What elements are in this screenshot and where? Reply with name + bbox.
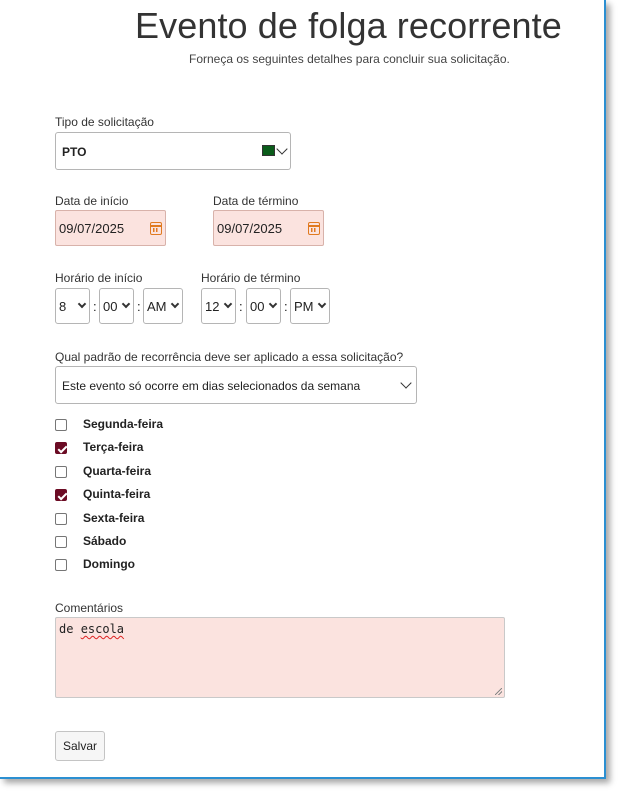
end-date-field[interactable]: 09/07/2025	[213, 210, 324, 246]
weekday-checkbox[interactable]	[55, 512, 67, 525]
end-hour-select[interactable]: 12	[201, 288, 236, 324]
weekday-checkbox[interactable]	[55, 536, 67, 548]
time-separator: :	[284, 299, 288, 314]
chevron-down-icon	[400, 377, 412, 389]
end-date-value: 09/07/2025	[217, 221, 283, 236]
request-type-select[interactable]: PTO	[55, 132, 291, 170]
resize-handle-icon[interactable]	[495, 688, 502, 695]
start-date-field[interactable]: 09/07/2025	[55, 210, 166, 246]
end-date-label: Data de término	[213, 194, 299, 208]
chevron-down-icon	[121, 299, 131, 309]
chevron-down-icon	[77, 299, 87, 309]
chevron-down-icon	[276, 143, 288, 155]
calendar-icon[interactable]	[308, 222, 320, 235]
start-ampm-select[interactable]: AM	[143, 288, 183, 324]
end-minute-value: 00	[250, 299, 265, 314]
color-swatch-icon	[262, 145, 275, 156]
start-hour-select[interactable]: 8	[55, 288, 90, 324]
weekday-checkbox[interactable]	[55, 559, 67, 572]
form-window: Evento de folga recorrente Forneça os se…	[0, 0, 606, 779]
chevron-down-icon	[317, 299, 327, 309]
weekday-label[interactable]: Terça-feira	[83, 440, 143, 454]
request-type-value: PTO	[62, 145, 87, 159]
comments-textarea[interactable]: de escola	[55, 617, 505, 698]
weekday-label[interactable]: Sexta-feira	[83, 511, 144, 525]
calendar-icon[interactable]	[150, 222, 162, 235]
start-hour-value: 8	[59, 299, 67, 314]
comments-text-misspelled: escola	[80, 622, 125, 636]
chevron-down-icon	[170, 299, 180, 309]
recurrence-value: Este evento só ocorre em dias selecionad…	[62, 379, 361, 393]
weekday-checkbox[interactable]	[55, 489, 67, 502]
comments-label: Comentários	[55, 601, 124, 615]
recurrence-select[interactable]: Este evento só ocorre em dias selecionad…	[55, 366, 417, 404]
weekday-checkbox[interactable]	[55, 465, 67, 478]
request-type-label: Tipo de solicitação	[55, 115, 154, 129]
start-minute-value: 00	[103, 299, 118, 314]
page-subtitle: Forneça os seguintes detalhes para concl…	[189, 52, 510, 66]
chevron-down-icon	[268, 299, 278, 309]
start-date-label: Data de início	[55, 194, 129, 208]
end-ampm-select[interactable]: PM	[290, 288, 330, 324]
end-ampm-value: PM	[294, 299, 314, 314]
comments-text: de	[59, 622, 81, 636]
start-time-label: Horário de início	[55, 271, 143, 285]
end-minute-select[interactable]: 00	[246, 288, 281, 324]
weekday-checkbox[interactable]	[55, 419, 67, 431]
end-hour-value: 12	[205, 299, 220, 314]
weekday-label[interactable]: Segunda-feira	[83, 417, 163, 431]
weekday-label[interactable]: Domingo	[83, 557, 135, 571]
chevron-down-icon	[223, 299, 233, 309]
start-ampm-value: AM	[147, 299, 167, 314]
weekday-label[interactable]: Quarta-feira	[83, 464, 151, 478]
save-button[interactable]: Salvar	[55, 731, 105, 761]
weekday-label[interactable]: Sábado	[83, 534, 126, 548]
time-separator: :	[93, 299, 97, 314]
end-time-label: Horário de término	[201, 271, 301, 285]
recurrence-label: Qual padrão de recorrência deve ser apli…	[55, 350, 404, 364]
time-separator: :	[239, 299, 243, 314]
page-title: Evento de folga recorrente	[135, 5, 562, 46]
time-separator: :	[137, 299, 141, 314]
start-date-value: 09/07/2025	[59, 221, 125, 236]
start-minute-select[interactable]: 00	[99, 288, 134, 324]
weekday-label[interactable]: Quinta-feira	[83, 487, 150, 501]
weekday-checkbox[interactable]	[55, 442, 67, 455]
